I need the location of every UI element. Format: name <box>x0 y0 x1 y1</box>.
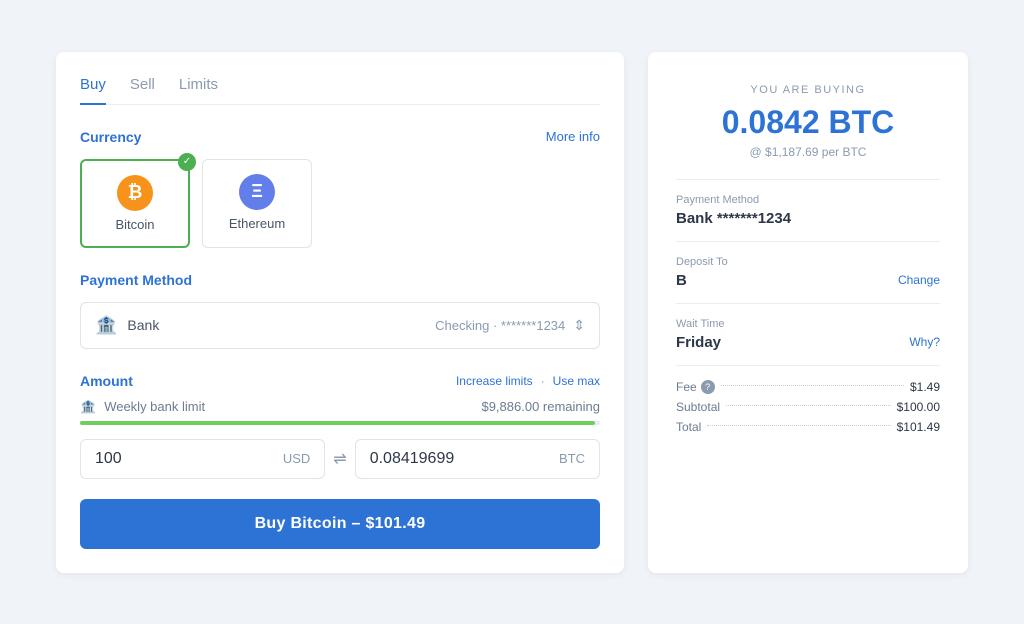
wait-time-field: Wait Time Friday Why? <box>676 318 940 351</box>
payment-section-header: Payment Method <box>80 272 600 288</box>
amount-title: Amount <box>80 373 133 389</box>
bank-label: Bank <box>127 317 159 333</box>
total-value: $101.49 <box>897 420 940 434</box>
deposit-to-label: Deposit To <box>676 256 940 268</box>
deposit-to-row: B Change <box>676 272 940 289</box>
divider-1 <box>676 179 940 180</box>
wait-time-value: Friday <box>676 334 721 351</box>
total-label: Total <box>676 420 701 434</box>
payment-method-selector[interactable]: 🏦 Bank Checking · *******1234 ⇕ <box>80 302 600 349</box>
tab-sell[interactable]: Sell <box>130 76 155 105</box>
fee-dots-3 <box>707 425 890 426</box>
progress-bar-container <box>80 421 600 425</box>
subtotal-label: Subtotal <box>676 400 720 414</box>
limit-remaining: $9,886.00 remaining <box>481 399 600 414</box>
more-info-link[interactable]: More info <box>546 129 600 144</box>
bank-limit-icon: 🏦 <box>80 399 96 415</box>
limit-row: 🏦 Weekly bank limit $9,886.00 remaining <box>80 399 600 415</box>
fee-dots-1 <box>721 385 904 386</box>
account-detail: Checking · *******1234 <box>435 318 565 333</box>
currency-title: Currency <box>80 129 141 145</box>
divider-3 <box>676 303 940 304</box>
amount-section: Amount Increase limits · Use max 🏦 Weekl… <box>80 373 600 549</box>
change-deposit-link[interactable]: Change <box>898 273 940 287</box>
usd-value: 100 <box>95 450 122 468</box>
payment-method-field: Payment Method Bank *******1234 <box>676 194 940 227</box>
btc-value: 0.08419699 <box>370 450 455 468</box>
summary-amount: 0.0842 BTC <box>676 104 940 141</box>
deposit-to-field: Deposit To B Change <box>676 256 940 289</box>
fee-info-icon[interactable]: ? <box>701 380 715 394</box>
payment-left: 🏦 Bank <box>95 315 159 336</box>
link-separator: · <box>541 374 545 388</box>
tab-buy[interactable]: Buy <box>80 76 106 105</box>
divider-4 <box>676 365 940 366</box>
wait-time-label: Wait Time <box>676 318 940 330</box>
payment-title: Payment Method <box>80 272 192 288</box>
payment-method-label: Payment Method <box>676 194 940 206</box>
deposit-to-value: B <box>676 272 687 289</box>
usd-currency: USD <box>283 451 310 466</box>
why-link[interactable]: Why? <box>909 335 940 349</box>
increase-limits-link[interactable]: Increase limits <box>456 374 533 388</box>
currency-card-btc[interactable]: ✓ ₿ Bitcoin <box>80 159 190 248</box>
subtotal-row: Subtotal $100.00 <box>676 400 940 414</box>
progress-bar-fill <box>80 421 595 425</box>
eth-icon: Ξ <box>239 174 275 210</box>
payment-method-row: Bank *******1234 <box>676 210 940 227</box>
left-panel: Buy Sell Limits Currency More info ✓ ₿ B… <box>56 52 624 573</box>
use-max-link[interactable]: Use max <box>553 374 600 388</box>
btc-label: Bitcoin <box>115 217 154 232</box>
fee-rows: Fee ? $1.49 Subtotal $100.00 Total $101.… <box>676 380 940 434</box>
exchange-icon: ⇌ <box>333 449 346 469</box>
currency-section-header: Currency More info <box>80 129 600 145</box>
currency-card-eth[interactable]: Ξ Ethereum <box>202 159 312 248</box>
wait-time-row: Friday Why? <box>676 334 940 351</box>
limit-label: Weekly bank limit <box>104 399 205 414</box>
fee-row: Fee ? $1.49 <box>676 380 940 394</box>
total-row: Total $101.49 <box>676 420 940 434</box>
btc-icon: ₿ <box>117 175 153 211</box>
tab-limits[interactable]: Limits <box>179 76 218 105</box>
buy-button[interactable]: Buy Bitcoin – $101.49 <box>80 499 600 549</box>
bank-icon: 🏦 <box>95 315 117 336</box>
fee-dots-2 <box>726 405 891 406</box>
payment-right: Checking · *******1234 ⇕ <box>435 317 585 334</box>
eth-label: Ethereum <box>229 216 285 231</box>
usd-input-group[interactable]: 100 USD <box>80 439 325 479</box>
tabs: Buy Sell Limits <box>80 76 600 105</box>
selected-check-icon: ✓ <box>178 153 196 171</box>
subtotal-value: $100.00 <box>897 400 940 414</box>
btc-currency: BTC <box>559 451 585 466</box>
summary-rate: @ $1,187.69 per BTC <box>676 145 940 159</box>
you-buying-label: YOU ARE BUYING <box>676 84 940 96</box>
amount-links: Increase limits · Use max <box>456 374 600 388</box>
amount-inputs: 100 USD ⇌ 0.08419699 BTC <box>80 439 600 479</box>
right-panel: YOU ARE BUYING 0.0842 BTC @ $1,187.69 pe… <box>648 52 968 573</box>
amount-header: Amount Increase limits · Use max <box>80 373 600 389</box>
divider-2 <box>676 241 940 242</box>
spinner-icon: ⇕ <box>573 317 585 334</box>
fee-value: $1.49 <box>910 380 940 394</box>
fee-label: Fee ? <box>676 380 715 394</box>
currency-cards: ✓ ₿ Bitcoin Ξ Ethereum <box>80 159 600 248</box>
btc-input-group[interactable]: 0.08419699 BTC <box>355 439 600 479</box>
payment-method-value: Bank *******1234 <box>676 210 791 227</box>
